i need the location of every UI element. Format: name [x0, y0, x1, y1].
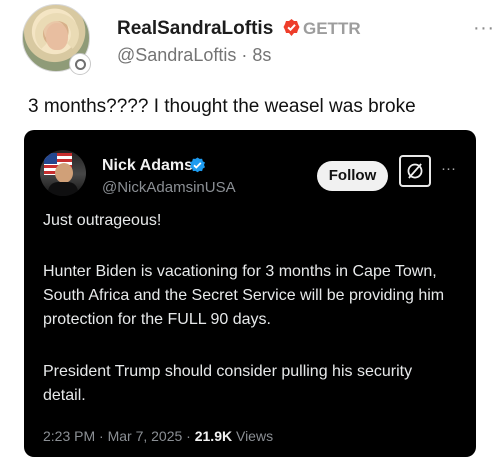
timestamp: 2:23 PM · Mar 7, 2025 ·: [43, 428, 195, 444]
author-display-name[interactable]: RealSandraLoftis: [117, 18, 273, 40]
avatar-badge-mark: [75, 59, 86, 70]
post-text: 3 months???? I thought the weasel was br…: [28, 96, 416, 117]
author-handle[interactable]: @SandraLoftis · 8s: [117, 45, 271, 66]
embedded-post-paragraph: Hunter Biden is vacationing for 3 months…: [43, 263, 445, 328]
avatar-suit: [48, 182, 78, 196]
post-header: RealSandraLoftis GETTR @SandraLoftis · 8…: [22, 4, 494, 76]
embedded-author-handle[interactable]: @NickAdamsinUSA: [102, 179, 236, 196]
follow-button[interactable]: Follow: [317, 161, 388, 191]
more-icon[interactable]: ···: [473, 17, 494, 40]
embedded-author-avatar[interactable]: [40, 150, 86, 196]
embedded-post-paragraph: President Trump should consider pulling …: [43, 363, 413, 404]
avatar-head: [55, 163, 73, 183]
grok-icon[interactable]: [399, 155, 431, 187]
embedded-more-icon[interactable]: ···: [441, 160, 456, 177]
avatar-face: [46, 23, 68, 50]
embedded-post-meta: 2:23 PM · Mar 7, 2025 · 21.9K Views: [43, 428, 273, 444]
embedded-author-name[interactable]: Nick Adams: [102, 157, 193, 175]
views-count: 21.9K: [194, 428, 233, 444]
verified-check-icon: [190, 157, 205, 173]
platform-label: GETTR: [303, 19, 361, 38]
avatar-flag-canton: [44, 153, 57, 164]
embedded-post-paragraph: Just outrageous!: [43, 212, 162, 229]
avatar-badge-icon: [69, 53, 91, 75]
views-label: Views: [232, 428, 274, 444]
embedded-post[interactable]: Nick Adams @NickAdamsinUSA Follow ··· Ju…: [24, 130, 476, 457]
verified-badge-icon: [283, 19, 300, 36]
